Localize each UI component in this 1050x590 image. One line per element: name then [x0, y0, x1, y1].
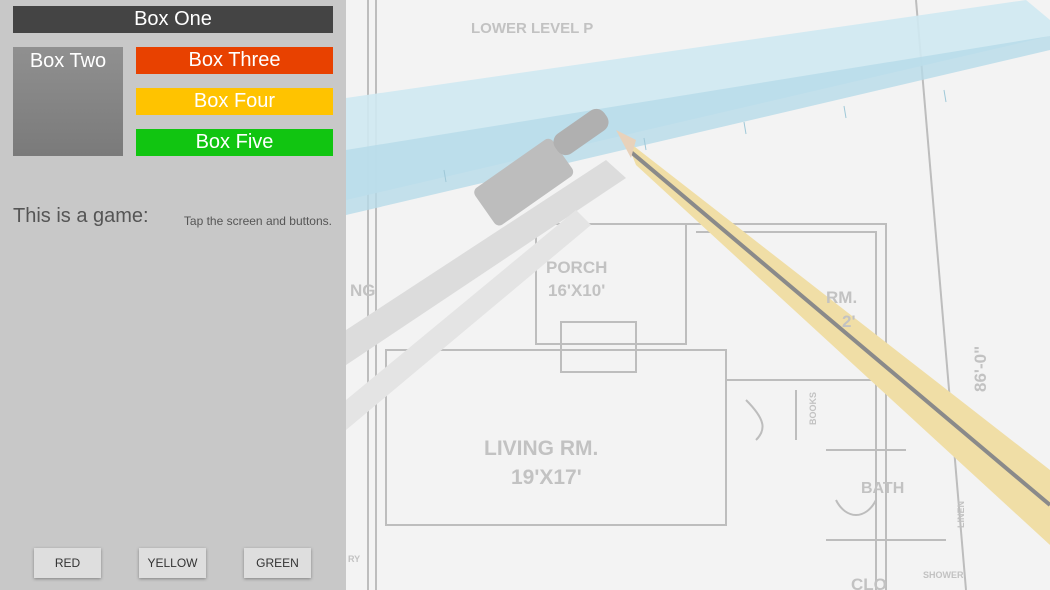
- box-two: Box Two: [13, 47, 123, 156]
- blueprint-porch-size-text: 16'X10': [548, 281, 605, 300]
- green-button[interactable]: GREEN: [244, 548, 311, 578]
- blueprint-ng-text: NG: [350, 281, 376, 300]
- box-five: Box Five: [136, 129, 333, 156]
- yellow-button[interactable]: YELLOW: [139, 548, 206, 578]
- blueprint-ry-text: RY: [348, 554, 360, 564]
- blueprint-living-size-text: 19'X17': [511, 466, 582, 489]
- blueprint-rm-digit-text: 2': [842, 312, 856, 331]
- box-one: Box One: [13, 6, 333, 33]
- blueprint-porch-text: PORCH: [546, 258, 607, 277]
- blueprint-books-text: BOOKS: [808, 392, 818, 425]
- blueprint-dimension-text: 86'-0": [971, 346, 990, 392]
- blueprint-living-text: LIVING RM.: [484, 437, 598, 460]
- blueprint-drawing: LOWER LEVEL P PORCH 16'X10' LIVING RM. 1…: [346, 0, 1050, 590]
- blueprint-linen-text: LINEN: [956, 501, 966, 528]
- blueprint-background-image: LOWER LEVEL P PORCH 16'X10' LIVING RM. 1…: [346, 0, 1050, 590]
- box-four: Box Four: [136, 88, 333, 115]
- blueprint-clo-text: CLO: [851, 575, 887, 590]
- red-button[interactable]: RED: [34, 548, 101, 578]
- control-panel: Box One Box Two Box Three Box Four Box F…: [0, 0, 346, 590]
- blueprint-bath-text: BATH: [861, 480, 904, 497]
- blueprint-rm-text: RM.: [826, 288, 857, 307]
- blueprint-lower-level-text: LOWER LEVEL P: [471, 20, 593, 37]
- game-hint: Tap the screen and buttons.: [183, 214, 332, 228]
- box-three: Box Three: [136, 47, 333, 74]
- blueprint-shower-text: SHOWER: [923, 570, 964, 580]
- game-label: This is a game:: [13, 205, 149, 227]
